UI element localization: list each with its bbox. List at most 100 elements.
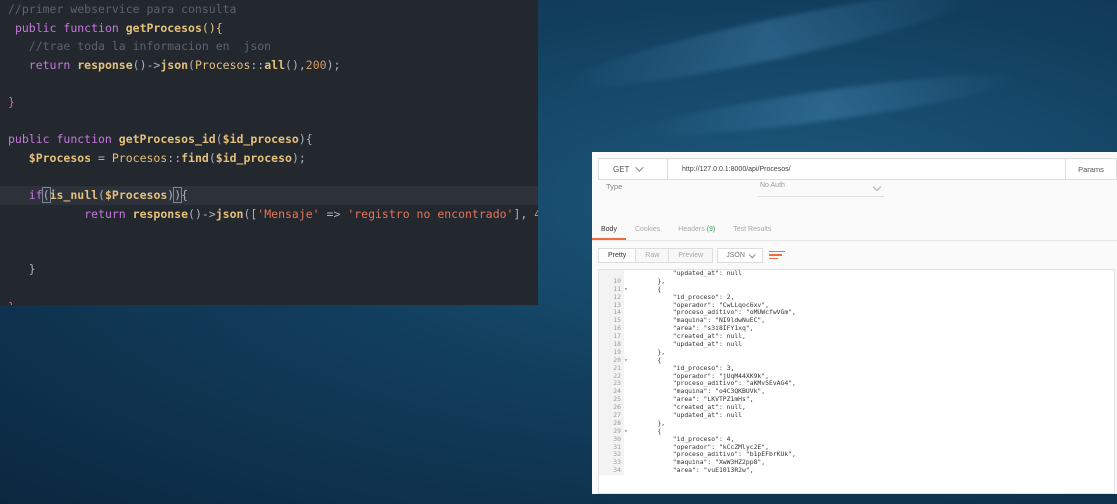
code-line[interactable]: return response()->json(['Mensaje' => 'r… [0,205,538,224]
fold-toggle-icon[interactable]: ▾ [624,356,636,365]
code-token: Procesos [111,150,168,165]
auth-type-value: No Auth [760,182,785,189]
background-streak [639,63,1021,147]
code-token: function [56,132,119,147]
code-line[interactable]: } [0,260,538,279]
code-token: ){ [298,132,313,147]
code-token: find [181,150,209,165]
code-token: //trae toda la informacion en json [8,39,272,54]
fold-gutter [624,373,636,381]
wrap-lines-icon[interactable] [768,248,785,262]
json-line: 10 }, [599,277,1114,286]
tab-test-results[interactable]: Test Results [724,222,780,240]
fold-gutter [624,270,636,278]
auth-type-select[interactable]: No Auth [758,182,884,197]
code-line[interactable]: } [0,93,538,112]
fold-gutter [624,451,636,459]
code-line[interactable] [0,279,538,298]
json-line: 27 "updated_at": null [599,411,1114,420]
http-method-label: GET [613,164,630,174]
code-token: ], [513,206,535,221]
code-token: $Procesos [104,187,168,202]
code-editor[interactable]: //primer webservice para consulta public… [0,0,538,305]
fold-gutter [624,380,636,388]
tab-label: Cookies [634,226,661,233]
params-button[interactable]: Params [1065,159,1116,179]
fold-gutter [624,309,636,317]
tab-body[interactable]: Body [592,222,626,240]
line-number: 34 [599,466,624,476]
code-token: 'Mensaje' [257,206,320,221]
code-token: public [14,20,64,35]
response-body[interactable]: "updated_at": null 10 }, 11 ▾ {12 "id_proce… [598,269,1115,494]
code-line[interactable] [0,74,538,93]
view-pretty-button[interactable]: Pretty [598,247,637,263]
tab-label: Test Results [733,226,772,233]
code-token: public [8,132,57,147]
fold-gutter [624,396,636,404]
fold-toggle-icon[interactable]: ▾ [624,285,636,294]
format-label: JSON [726,251,745,259]
code-line[interactable] [0,223,538,242]
code-token: Procesos [194,57,251,72]
code-token: response [132,206,189,221]
code-token: return [84,206,133,221]
code-line[interactable] [0,242,538,261]
tab-cookies[interactable]: Cookies [626,222,669,240]
fold-toggle-icon[interactable]: ▾ [624,427,636,436]
code-line[interactable] [0,167,538,186]
auth-type-label: Type [606,182,623,191]
code-token: 200 [305,57,327,72]
code-token: function [63,20,126,35]
code-line[interactable]: return response()->json(Procesos::all(),… [0,56,538,75]
fold-gutter [624,333,636,341]
tab-label: Headers [678,226,707,233]
code-token: $id_proceso [215,150,292,165]
code-line[interactable] [0,112,538,131]
code-token: => [319,206,348,221]
json-line: 28 }, [599,419,1114,428]
code-token: (){ [201,20,223,35]
code-token: ( [188,57,195,72]
code-token: { [181,187,189,202]
api-client-window: GET http://127.0.0.1:8000/api/Procesos/ … [592,152,1117,494]
view-preview-button[interactable]: Preview [668,247,714,263]
code-line[interactable]: public function getProcesos(){ [0,19,538,38]
response-view-toolbar: Pretty Raw Preview JSON [592,244,1117,266]
code-line[interactable]: if(is_null($Procesos)){ [0,185,538,205]
code-token: getProcesos [125,20,202,35]
tab-headers[interactable]: Headers (9) [669,222,724,240]
fold-gutter [624,317,636,325]
format-select[interactable]: JSON [717,247,763,263]
tab-count-badge: (9) [706,226,716,233]
json-text: "area": "vuE1013R2w", [642,466,754,475]
code-token: ); [326,57,341,72]
code-line[interactable]: //primer webservice para consulta [0,0,538,19]
json-line: 18 "updated_at": null [599,340,1114,349]
code-token: json [160,57,189,72]
code-token: $Procesos [28,150,92,165]
url-input[interactable]: http://127.0.0.1:8000/api/Procesos/ [668,166,1065,173]
code-line[interactable]: public function getProcesos_id($id_proce… [0,130,538,149]
code-token: } [8,94,15,109]
code-line[interactable]: //trae toda la informacion en json [0,37,538,56]
fold-gutter [624,341,636,349]
fold-gutter [624,436,636,444]
json-line: 34 "area": "vuE1013R2w", [599,466,1114,476]
chevron-down-icon [872,182,882,192]
code-line[interactable]: $Procesos = Procesos::find($id_proceso); [0,149,538,168]
fold-gutter [624,467,636,475]
code-token: :: [250,57,265,72]
code-token: = [91,150,112,165]
code-line[interactable]: } [0,298,538,306]
code-token: //primer webservice para consulta [8,2,237,16]
code-token: ()-> [132,57,161,72]
http-method-select[interactable]: GET [599,159,668,179]
code-token: 404 [534,206,538,221]
view-raw-button[interactable]: Raw [635,247,670,263]
code-token: return [28,57,78,72]
code-token: ( [208,150,216,165]
code-token: $id_proceso [222,132,299,147]
